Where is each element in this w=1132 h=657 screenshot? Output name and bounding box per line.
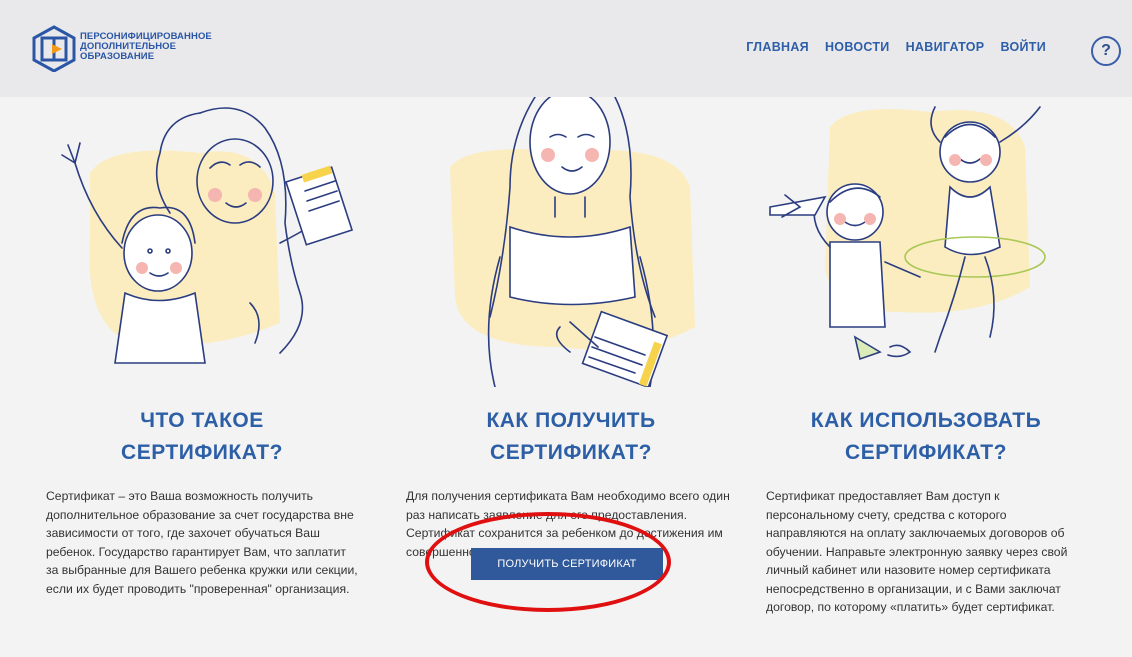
- logo-line-3: ОБРАЗОВАНИЕ: [80, 51, 155, 62]
- section-how-to-get: КАК ПОЛУЧИТЬ СЕРТИФИКАТ? Для получения с…: [406, 405, 736, 561]
- woman-writing-application-icon: [450, 97, 695, 387]
- nav-news[interactable]: НОВОСТИ: [825, 40, 890, 54]
- section-text: Сертификат предоставляет Вам доступ к пе…: [766, 489, 1068, 614]
- get-certificate-button[interactable]: ПОЛУЧИТЬ СЕРТИФИКАТ: [471, 548, 663, 580]
- section-what-is: ЧТО ТАКОЕ СЕРТИФИКАТ? Сертификат – это В…: [46, 405, 358, 598]
- section-title: КАК ПОЛУЧИТЬ СЕРТИФИКАТ?: [406, 405, 736, 469]
- children-activities-icon: [769, 106, 1046, 361]
- section-how-to-use: КАК ИСПОЛЬЗОВАТЬ СЕРТИФИКАТ? Сертификат …: [766, 405, 1086, 617]
- nav-login[interactable]: ВОЙТИ: [1000, 40, 1046, 54]
- section-title-line2: СЕРТИФИКАТ?: [121, 441, 283, 464]
- nav-navigator[interactable]: НАВИГАТОР: [906, 40, 985, 54]
- section-text: Сертификат – это Ваша возможность получи…: [46, 489, 358, 596]
- section-title-line2: СЕРТИФИКАТ?: [845, 441, 1007, 464]
- site-header: ПЕРСОНИФИЦИРОВАННОЕ ДОПОЛНИТЕЛЬНОЕ ОБРАЗ…: [0, 0, 1132, 97]
- mother-child-certificate-icon: [61, 107, 354, 364]
- section-title-line1: КАК ИСПОЛЬЗОВАТЬ: [810, 409, 1042, 432]
- help-button[interactable]: ?: [1091, 36, 1121, 66]
- logo-text[interactable]: ПЕРСОНИФИЦИРОВАННОЕ ДОПОЛНИТЕЛЬНОЕ ОБРАЗ…: [80, 32, 260, 62]
- section-title: ЧТО ТАКОЕ СЕРТИФИКАТ?: [46, 405, 358, 469]
- nav-home[interactable]: ГЛАВНАЯ: [746, 40, 809, 54]
- section-title-line1: ЧТО ТАКОЕ: [140, 409, 264, 432]
- section-title-line2: СЕРТИФИКАТ?: [490, 441, 652, 464]
- logo-icon[interactable]: [28, 24, 80, 72]
- section-title: КАК ИСПОЛЬЗОВАТЬ СЕРТИФИКАТ?: [766, 405, 1086, 469]
- main-nav: ГЛАВНАЯ НОВОСТИ НАВИГАТОР ВОЙТИ: [746, 40, 1046, 54]
- section-title-line1: КАК ПОЛУЧИТЬ: [486, 409, 656, 432]
